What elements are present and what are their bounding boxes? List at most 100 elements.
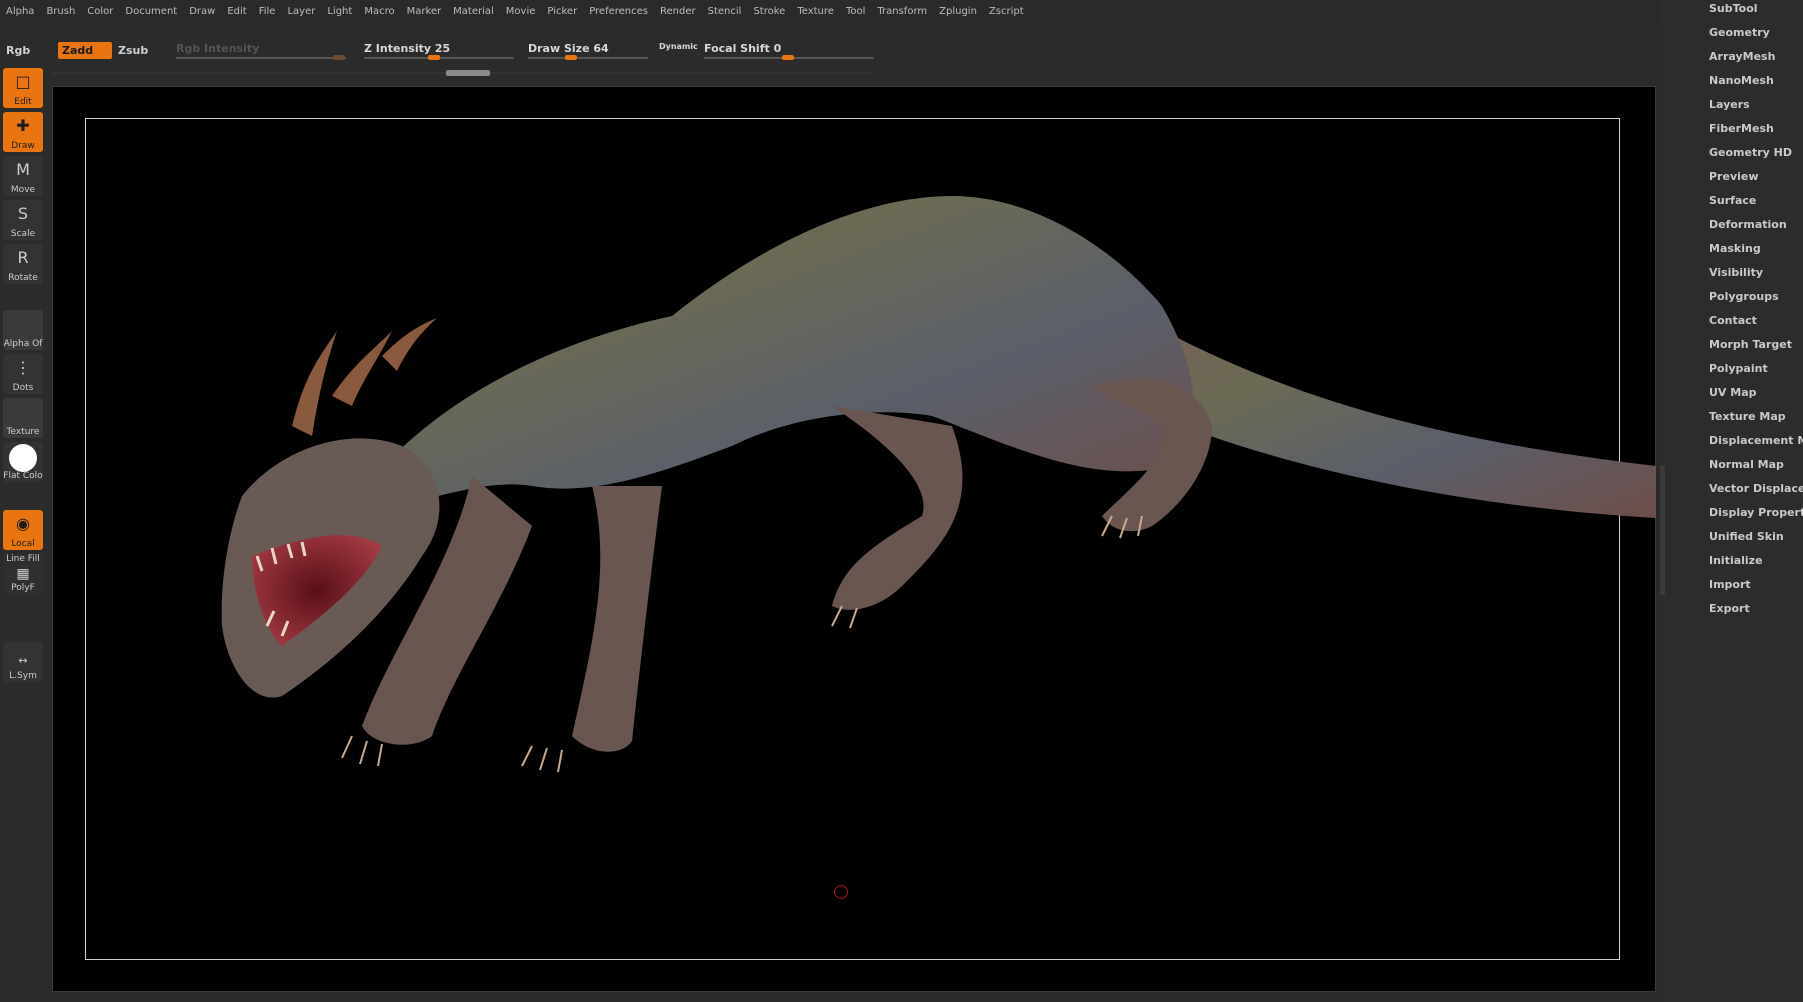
z-intensity-slider-label[interactable]: Z Intensity 25 <box>364 42 450 55</box>
menu-edit[interactable]: Edit <box>221 6 252 17</box>
panel-item-arraymesh[interactable]: ArrayMesh <box>1709 50 1775 63</box>
panel-item-nanomesh[interactable]: NanoMesh <box>1709 74 1774 87</box>
menu-brush[interactable]: Brush <box>40 6 81 17</box>
menu-tool[interactable]: Tool <box>840 6 871 17</box>
panel-item-display-properties[interactable]: Display Properti <box>1709 506 1803 519</box>
dots-label: Dots <box>12 383 34 393</box>
z-intensity-slider-knob[interactable] <box>428 55 440 60</box>
panel-item-geometry-hd[interactable]: Geometry HD <box>1709 146 1792 159</box>
menu-draw[interactable]: Draw <box>183 6 221 17</box>
panel-item-layers[interactable]: Layers <box>1709 98 1750 111</box>
panel-item-import[interactable]: Import <box>1709 578 1751 591</box>
menu-zscript[interactable]: Zscript <box>983 6 1030 17</box>
left-tool-shelf: □ Edit ✚ Draw M Move S Scale R Rotate Al… <box>0 68 46 1002</box>
panel-item-geometry[interactable]: Geometry <box>1709 26 1770 39</box>
panel-item-uv-map[interactable]: UV Map <box>1709 386 1757 399</box>
menu-document[interactable]: Document <box>119 6 183 17</box>
menu-picker[interactable]: Picker <box>541 6 583 17</box>
creature-front-leg <box>572 486 662 752</box>
panel-item-unified-skin[interactable]: Unified Skin <box>1709 530 1784 543</box>
scale-label: Scale <box>10 229 36 239</box>
panel-item-deformation[interactable]: Deformation <box>1709 218 1787 231</box>
focal-shift-slider-knob[interactable] <box>782 55 794 60</box>
menu-marker[interactable]: Marker <box>401 6 448 17</box>
scale-button[interactable]: S Scale <box>3 200 43 240</box>
panel-item-morph-target[interactable]: Morph Target <box>1709 338 1792 351</box>
shelf-scrollbar-thumb[interactable] <box>446 70 490 76</box>
menu-light[interactable]: Light <box>321 6 358 17</box>
draw-size-slider-label[interactable]: Draw Size 64 <box>528 42 609 55</box>
line-fill-label: Line Fill <box>6 554 40 564</box>
local-label: Local <box>11 539 35 549</box>
menu-color[interactable]: Color <box>81 6 119 17</box>
edit-button[interactable]: □ Edit <box>3 68 43 108</box>
panel-scrollbar[interactable] <box>1660 465 1665 595</box>
dynamic-toggle[interactable]: Dynamic <box>659 42 698 51</box>
panel-item-vector-displacement[interactable]: Vector Displace <box>1709 482 1803 495</box>
move-icon: M <box>16 160 30 179</box>
panel-item-fibermesh[interactable]: FiberMesh <box>1709 122 1774 135</box>
rotate-icon: R <box>17 248 29 267</box>
panel-item-preview[interactable]: Preview <box>1709 170 1759 183</box>
panel-item-initialize[interactable]: Initialize <box>1709 554 1763 567</box>
menu-preferences[interactable]: Preferences <box>583 6 654 17</box>
creature-hind-leg <box>832 406 963 610</box>
zsub-button[interactable]: Zsub <box>118 44 148 57</box>
creature-horn <box>292 331 337 436</box>
edit-icon: □ <box>15 72 31 91</box>
menu-movie[interactable]: Movie <box>500 6 542 17</box>
symmetry-icon: ↔ <box>18 654 28 667</box>
panel-item-normal-map[interactable]: Normal Map <box>1709 458 1784 471</box>
local-button[interactable]: ◉ Local <box>3 510 43 550</box>
draw-button[interactable]: ✚ Draw <box>3 112 43 152</box>
rgb-button[interactable]: Rgb <box>6 44 30 57</box>
creature-horn <box>332 331 392 406</box>
menu-zplugin[interactable]: Zplugin <box>933 6 983 17</box>
menu-stencil[interactable]: Stencil <box>702 6 748 17</box>
focal-shift-slider-label[interactable]: Focal Shift 0 <box>704 42 781 55</box>
stroke-dots-button[interactable]: ⋮ Dots <box>3 354 43 394</box>
menu-layer[interactable]: Layer <box>281 6 321 17</box>
sculpt-model-creature[interactable] <box>52 86 1656 992</box>
alpha-button[interactable]: Alpha Of <box>3 310 43 350</box>
main-menubar: Alpha Brush Color Document Draw Edit Fil… <box>0 0 1660 22</box>
draw-size-slider-track[interactable] <box>528 57 648 59</box>
menu-macro[interactable]: Macro <box>358 6 400 17</box>
polyf-button[interactable]: Line Fill ▦ PolyF <box>3 554 43 594</box>
menu-render[interactable]: Render <box>654 6 702 17</box>
lsym-button[interactable]: ↔ L.Sym <box>3 642 43 682</box>
menu-stroke[interactable]: Stroke <box>747 6 791 17</box>
dots-icon: ⋮ <box>15 358 31 377</box>
panel-item-polygroups[interactable]: Polygroups <box>1709 290 1779 303</box>
panel-item-export[interactable]: Export <box>1709 602 1750 615</box>
rgb-intensity-slider-label[interactable]: Rgb Intensity <box>176 42 259 55</box>
rgb-intensity-slider-track[interactable] <box>176 57 346 59</box>
brush-cursor <box>834 885 848 899</box>
texture-label: Texture <box>6 427 40 437</box>
alpha-label: Alpha Of <box>3 339 43 349</box>
panel-item-subtool[interactable]: SubTool <box>1709 2 1758 15</box>
creature-body <box>352 196 1194 508</box>
menu-file[interactable]: File <box>253 6 282 17</box>
menu-material[interactable]: Material <box>447 6 500 17</box>
draw-size-slider-knob[interactable] <box>565 55 577 60</box>
panel-item-surface[interactable]: Surface <box>1709 194 1756 207</box>
edit-label: Edit <box>14 97 32 107</box>
zadd-button[interactable]: Zadd <box>58 42 112 59</box>
flat-color-label: Flat Colo <box>3 471 43 481</box>
panel-item-texture-map[interactable]: Texture Map <box>1709 410 1786 423</box>
panel-item-polypaint[interactable]: Polypaint <box>1709 362 1768 375</box>
material-button[interactable]: Flat Colo <box>3 442 43 482</box>
rgb-intensity-slider-knob[interactable] <box>333 55 345 60</box>
menu-transform[interactable]: Transform <box>871 6 933 17</box>
panel-item-displacement-map[interactable]: Displacement Ma <box>1709 434 1803 447</box>
panel-item-contact[interactable]: Contact <box>1709 314 1757 327</box>
rotate-label: Rotate <box>8 273 38 283</box>
panel-item-visibility[interactable]: Visibility <box>1709 266 1763 279</box>
rotate-button[interactable]: R Rotate <box>3 244 43 284</box>
menu-texture[interactable]: Texture <box>791 6 840 17</box>
panel-item-masking[interactable]: Masking <box>1709 242 1761 255</box>
texture-button[interactable]: Texture <box>3 398 43 438</box>
move-button[interactable]: M Move <box>3 156 43 196</box>
menu-alpha[interactable]: Alpha <box>0 6 40 17</box>
